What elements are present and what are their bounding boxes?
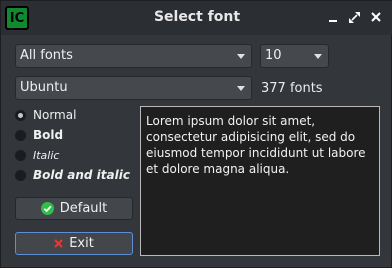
font-preview: Lorem ipsum dolor sit amet, consectetur … xyxy=(140,106,380,256)
exit-button-label: Exit xyxy=(69,236,94,251)
chevron-down-icon xyxy=(237,86,245,91)
style-radio-normal[interactable]: Normal xyxy=(15,106,76,124)
radio-indicator[interactable] xyxy=(15,169,26,181)
font-filter-combo[interactable]: All fonts xyxy=(15,44,252,68)
x-icon xyxy=(54,239,63,248)
style-label-italic: Italic xyxy=(33,148,60,162)
style-label-bold-italic: Bold and italic xyxy=(33,168,130,182)
radio-indicator[interactable] xyxy=(15,149,26,161)
font-filter-value: All fonts xyxy=(20,48,73,63)
font-family-value: Ubuntu xyxy=(20,80,68,95)
select-font-dialog: IC Select font All fonts 10 Ubuntu 377 f… xyxy=(0,0,392,268)
font-size-combo[interactable]: 10 xyxy=(260,44,329,68)
check-circle-icon xyxy=(40,202,54,215)
style-label-bold: Bold xyxy=(33,128,64,142)
title-bar[interactable]: IC Select font xyxy=(1,1,392,35)
style-radio-bold-italic[interactable]: Bold and italic xyxy=(15,166,130,184)
default-button-label: Default xyxy=(59,201,108,216)
close-button[interactable] xyxy=(368,9,384,25)
minimize-icon xyxy=(329,20,337,22)
preview-text: Lorem ipsum dolor sit amet, consectetur … xyxy=(146,114,366,176)
restore-button[interactable] xyxy=(346,9,362,25)
exit-button[interactable]: Exit xyxy=(15,232,133,255)
restore-icon xyxy=(348,11,360,23)
radio-indicator[interactable] xyxy=(15,129,26,141)
chevron-down-icon xyxy=(314,54,322,59)
radio-indicator[interactable] xyxy=(15,109,26,121)
font-family-combo[interactable]: Ubuntu xyxy=(15,76,252,100)
close-icon xyxy=(371,12,381,22)
chevron-down-icon xyxy=(237,54,245,59)
font-count: 377 fonts xyxy=(261,81,323,96)
style-radio-bold[interactable]: Bold xyxy=(15,126,63,144)
default-button[interactable]: Default xyxy=(15,197,133,220)
font-size-value: 10 xyxy=(265,48,282,63)
style-radio-italic[interactable]: Italic xyxy=(15,146,59,164)
style-label-normal: Normal xyxy=(33,108,77,122)
minimize-button[interactable] xyxy=(325,9,341,25)
